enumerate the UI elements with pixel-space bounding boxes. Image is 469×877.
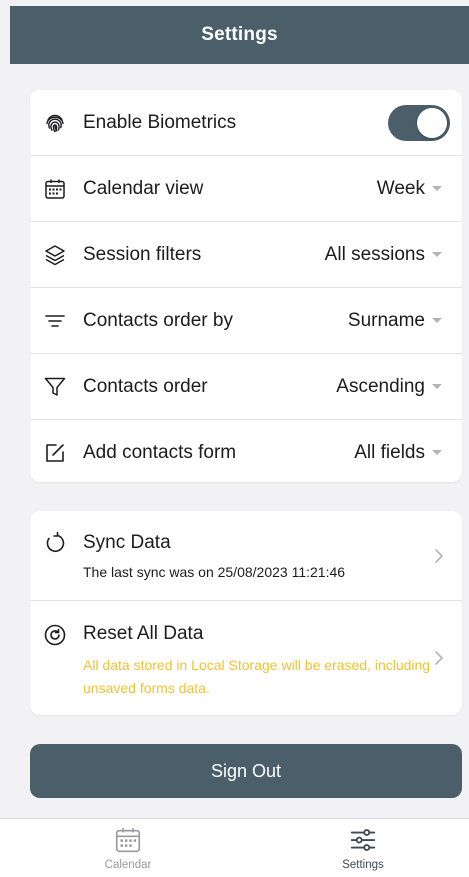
toggle-knob xyxy=(417,107,447,138)
calendar-view-row[interactable]: Calendar view Week xyxy=(30,156,462,222)
session-filters-row[interactable]: Session filters All sessions xyxy=(30,222,462,288)
tab-bar: Calendar Settings xyxy=(0,818,469,877)
contacts-order-by-label: Contacts order by xyxy=(83,309,233,331)
caret-down-icon xyxy=(432,252,442,257)
reset-data-row[interactable]: Reset All Data All data stored in Local … xyxy=(30,601,462,715)
data-actions-card: Sync Data The last sync was on 25/08/202… xyxy=(30,511,462,715)
contacts-order-row[interactable]: Contacts order Ascending xyxy=(30,354,462,420)
contacts-order-select[interactable]: Ascending xyxy=(336,376,442,398)
preferences-card: Enable Biometrics Calendar view Week Ses… xyxy=(30,90,462,482)
caret-down-icon xyxy=(432,318,442,323)
calendar-view-label: Calendar view xyxy=(83,177,204,199)
reset-data-title: Reset All Data xyxy=(83,623,204,644)
contacts-order-value: Ascending xyxy=(336,375,425,397)
app-header: Settings xyxy=(10,6,469,64)
sync-icon xyxy=(46,531,65,553)
calendar-view-select[interactable]: Week xyxy=(377,178,442,200)
sort-lines-icon xyxy=(45,314,65,327)
add-contacts-form-row[interactable]: Add contacts form All fields xyxy=(30,420,462,485)
last-sync-text: The last sync was on 25/08/2023 11:21:46 xyxy=(83,564,346,580)
caret-down-icon xyxy=(432,384,442,389)
biometrics-toggle[interactable] xyxy=(388,104,450,141)
caret-down-icon xyxy=(432,186,442,191)
fingerprint-icon xyxy=(46,114,64,132)
calendar-icon xyxy=(45,179,65,199)
filter-icon xyxy=(44,377,66,396)
add-contacts-form-value: All fields xyxy=(354,441,425,463)
session-filters-value: All sessions xyxy=(324,243,425,265)
reset-warning-text: All data stored in Local Storage will be… xyxy=(83,657,431,696)
contacts-order-label: Contacts order xyxy=(83,375,208,397)
tab-calendar[interactable]: Calendar xyxy=(83,825,173,871)
chevron-right-icon xyxy=(435,548,443,563)
contacts-order-by-value: Surname xyxy=(347,309,425,331)
session-filters-select[interactable]: All sessions xyxy=(325,244,442,266)
tab-settings[interactable]: Settings xyxy=(318,825,408,871)
sign-out-label: Sign Out xyxy=(210,760,282,781)
layers-icon xyxy=(45,244,65,265)
biometrics-label: Enable Biometrics xyxy=(83,111,237,133)
biometrics-row[interactable]: Enable Biometrics xyxy=(30,90,462,156)
contacts-order-by-select[interactable]: Surname xyxy=(348,310,442,332)
chevron-right-icon xyxy=(435,651,443,665)
tab-settings-label: Settings xyxy=(342,859,384,871)
sliders-icon xyxy=(350,829,376,851)
sign-out-button[interactable]: Sign Out xyxy=(30,744,462,798)
sync-data-row[interactable]: Sync Data The last sync was on 25/08/202… xyxy=(30,511,462,601)
session-filters-label: Session filters xyxy=(83,243,202,265)
add-contacts-form-label: Add contacts form xyxy=(83,441,237,463)
edit-icon xyxy=(46,443,64,462)
calendar-icon xyxy=(115,828,141,853)
tab-calendar-label: Calendar xyxy=(104,859,152,871)
calendar-view-value: Week xyxy=(376,177,425,199)
sync-data-title: Sync Data xyxy=(83,532,171,553)
add-contacts-form-select[interactable]: All fields xyxy=(354,442,442,464)
contacts-order-by-row[interactable]: Contacts order by Surname xyxy=(30,288,462,354)
caret-down-icon xyxy=(432,450,442,455)
page-title: Settings xyxy=(201,24,278,45)
reset-icon xyxy=(44,624,66,646)
